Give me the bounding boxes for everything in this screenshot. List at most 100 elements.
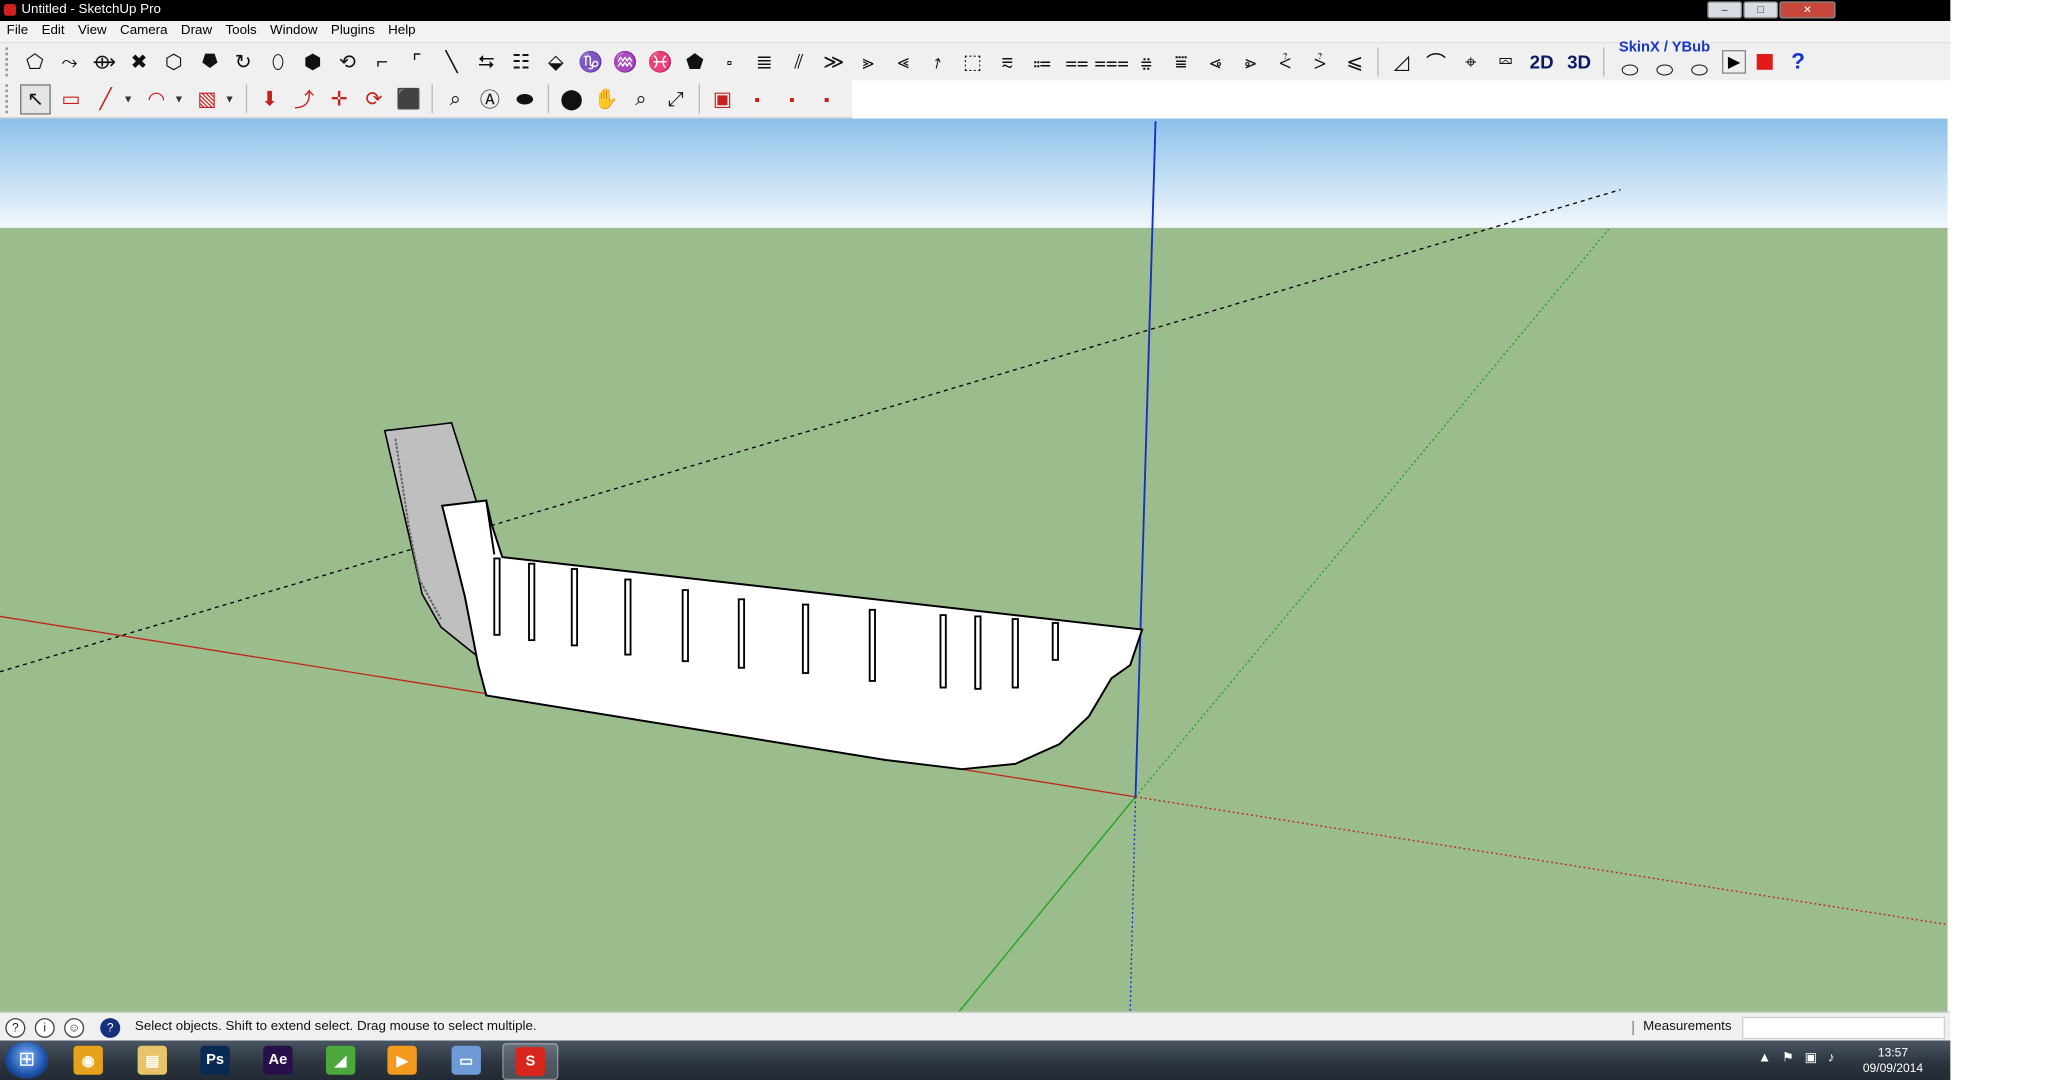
3d-viewport[interactable] [0, 118, 1948, 1012]
menu-plugins[interactable]: Plugins [324, 21, 381, 42]
taskbar-app-explorer[interactable]: ▤ [126, 1043, 179, 1077]
plugin-tool-13-icon[interactable]: ╲ [437, 47, 466, 76]
plugin-tool-1-icon[interactable]: ⬠ [20, 47, 49, 76]
construction-tool-2-icon[interactable]: Ⓐ [475, 84, 504, 113]
plugin-tool-10-icon[interactable]: ⟲ [333, 47, 362, 76]
plugin-tool-37-icon[interactable]: ⩻ [1270, 47, 1299, 76]
action-center-icon[interactable]: ⚑ [1782, 1051, 1794, 1065]
warehouse-tool-1-icon[interactable]: ▣ [708, 84, 737, 113]
edit-tool-3-icon[interactable]: ✛ [324, 84, 353, 113]
plugin-tool-20-icon[interactable]: ⬟ [680, 47, 709, 76]
plugin-tool-31-icon[interactable]: ⩵ [1062, 47, 1091, 76]
view-tool-1-icon[interactable]: ◿ [1387, 47, 1416, 76]
pencil-tool-icon[interactable]: ╱ [91, 84, 120, 113]
edit-tool-1-icon[interactable]: ⬇ [255, 84, 284, 113]
pencil-dropdown-icon[interactable]: ▼ [123, 93, 134, 105]
plugin-tool-19-icon[interactable]: ♓ [645, 47, 674, 76]
plugin-tool-25-icon[interactable]: ⪢ [854, 47, 883, 76]
skinx-tool-1-icon[interactable]: ⬭ [1615, 55, 1644, 84]
plugin-tool-28-icon[interactable]: ⬚ [958, 47, 987, 76]
plugin-tool-38-icon[interactable]: ⩼ [1305, 47, 1334, 76]
toolbar-grip[interactable] [5, 47, 13, 77]
edit-tool-4-icon[interactable]: ⟳ [359, 84, 388, 113]
plugin-tool-4-icon[interactable]: ✖ [124, 47, 153, 76]
view-tool-3-icon[interactable]: ⌖ [1456, 47, 1485, 76]
play-button[interactable]: ▶ [1721, 50, 1747, 74]
skinx-tool-3-icon[interactable]: ⬭ [1685, 55, 1714, 84]
rectangle-tool-icon[interactable]: ▧ [192, 84, 221, 113]
plugin-tool-9-icon[interactable]: ⬢ [298, 47, 327, 76]
plugin-tool-36-icon[interactable]: ⩺ [1236, 47, 1265, 76]
plugin-tool-22-icon[interactable]: ≣ [749, 47, 778, 76]
toolbar-grip[interactable] [5, 84, 13, 114]
warehouse-tool-2-icon[interactable]: ⬝ [742, 84, 771, 113]
3d-button[interactable]: 3D [1563, 47, 1595, 76]
arc-dropdown-icon[interactable]: ▼ [174, 93, 185, 105]
taskbar-app-photoshop[interactable]: Ps [188, 1043, 241, 1077]
camera-tool-1-icon[interactable]: ⬤ [557, 84, 586, 113]
camera-tool-4-icon[interactable]: ⤢ [661, 84, 690, 113]
rectangle-dropdown-icon[interactable]: ▼ [224, 93, 235, 105]
plugin-tool-7-icon[interactable]: ↻ [228, 47, 257, 76]
menu-file[interactable]: File [0, 21, 35, 42]
close-button[interactable]: ✕ [1779, 1, 1836, 19]
minimize-button[interactable]: – [1707, 1, 1743, 19]
start-button[interactable]: ⊞ [5, 1041, 49, 1079]
plugin-tool-5-icon[interactable]: ⬡ [159, 47, 188, 76]
plugin-tool-26-icon[interactable]: ⪡ [888, 47, 917, 76]
instructor-icon[interactable]: ? [100, 1018, 121, 1038]
plugin-tool-6-icon[interactable]: ⯂ [194, 47, 223, 76]
view-tool-2-icon[interactable]: ⌒ [1421, 47, 1450, 76]
view-tool-4-icon[interactable]: ⮹ [1491, 47, 1520, 76]
plugin-tool-11-icon[interactable]: ⌐ [367, 47, 396, 76]
user-icon[interactable]: ☺ [64, 1018, 85, 1038]
menu-draw[interactable]: Draw [174, 21, 219, 42]
2d-button[interactable]: 2D [1526, 47, 1558, 76]
camera-tool-2-icon[interactable]: ✋ [591, 84, 620, 113]
edit-tool-2-icon[interactable]: ⤴ [290, 84, 319, 113]
eraser-tool-icon[interactable]: ▭ [56, 84, 85, 113]
show-hidden-icons-icon[interactable]: ▲ [1758, 1051, 1771, 1065]
plugin-tool-17-icon[interactable]: ♑ [576, 47, 605, 76]
plugin-tool-32-icon[interactable]: ⩶ [1094, 47, 1128, 76]
plugin-tool-34-icon[interactable]: ⩸ [1166, 47, 1195, 76]
plugin-tool-30-icon[interactable]: ⩴ [1027, 47, 1056, 76]
volume-icon[interactable]: ♪ [1828, 1051, 1835, 1065]
credits-icon[interactable]: i [34, 1018, 55, 1038]
plugin-tool-18-icon[interactable]: ♒ [611, 47, 640, 76]
plugin-tool-3-icon[interactable]: ⟴ [90, 47, 119, 76]
clock[interactable]: 13:57 09/09/2014 [1857, 1044, 1929, 1076]
plugin-tool-14-icon[interactable]: ⮀ [472, 47, 501, 76]
plugin-tool-39-icon[interactable]: ⩽ [1340, 47, 1369, 76]
plugin-tool-21-icon[interactable]: ⬞ [715, 47, 744, 76]
menu-camera[interactable]: Camera [113, 21, 174, 42]
taskbar-app-after-effects[interactable]: Ae [251, 1043, 304, 1077]
menu-window[interactable]: Window [263, 21, 324, 42]
plugin-tool-33-icon[interactable]: ⩷ [1132, 47, 1161, 76]
plugin-tool-15-icon[interactable]: ☷ [506, 47, 535, 76]
geolocation-icon[interactable]: ? [5, 1018, 26, 1038]
warehouse-tool-4-icon[interactable]: ⬝ [812, 84, 841, 113]
plugin-tool-29-icon[interactable]: ⩳ [993, 47, 1022, 76]
maximize-button[interactable]: □ [1743, 1, 1779, 19]
network-icon[interactable]: ▣ [1805, 1051, 1818, 1065]
taskbar-app-camtasia[interactable]: ◢ [314, 1043, 367, 1077]
stop-button[interactable] [1756, 54, 1773, 70]
plugin-tool-23-icon[interactable]: ⫽ [784, 47, 813, 76]
taskbar-app-sketchup[interactable]: S [502, 1043, 559, 1080]
plugin-tool-27-icon[interactable]: ⭎ [923, 47, 952, 76]
taskbar-app-chrome[interactable]: ◉ [61, 1043, 114, 1077]
plugin-tool-8-icon[interactable]: ⬯ [263, 47, 292, 76]
construction-tool-1-icon[interactable]: ⌕ [441, 84, 470, 113]
select-tool-icon[interactable]: ↖ [20, 83, 51, 114]
help-icon[interactable]: ? [1783, 47, 1812, 76]
plugin-tool-35-icon[interactable]: ⩹ [1201, 47, 1230, 76]
menu-help[interactable]: Help [381, 21, 422, 42]
menu-view[interactable]: View [71, 21, 113, 42]
menu-edit[interactable]: Edit [35, 21, 71, 42]
plugin-tool-12-icon[interactable]: ⌜ [402, 47, 431, 76]
taskbar-app-media-player[interactable]: ▶ [375, 1043, 428, 1077]
plugin-tool-16-icon[interactable]: ⬙ [541, 47, 570, 76]
menu-tools[interactable]: Tools [219, 21, 264, 42]
edit-tool-5-icon[interactable]: ⬛ [394, 84, 423, 113]
